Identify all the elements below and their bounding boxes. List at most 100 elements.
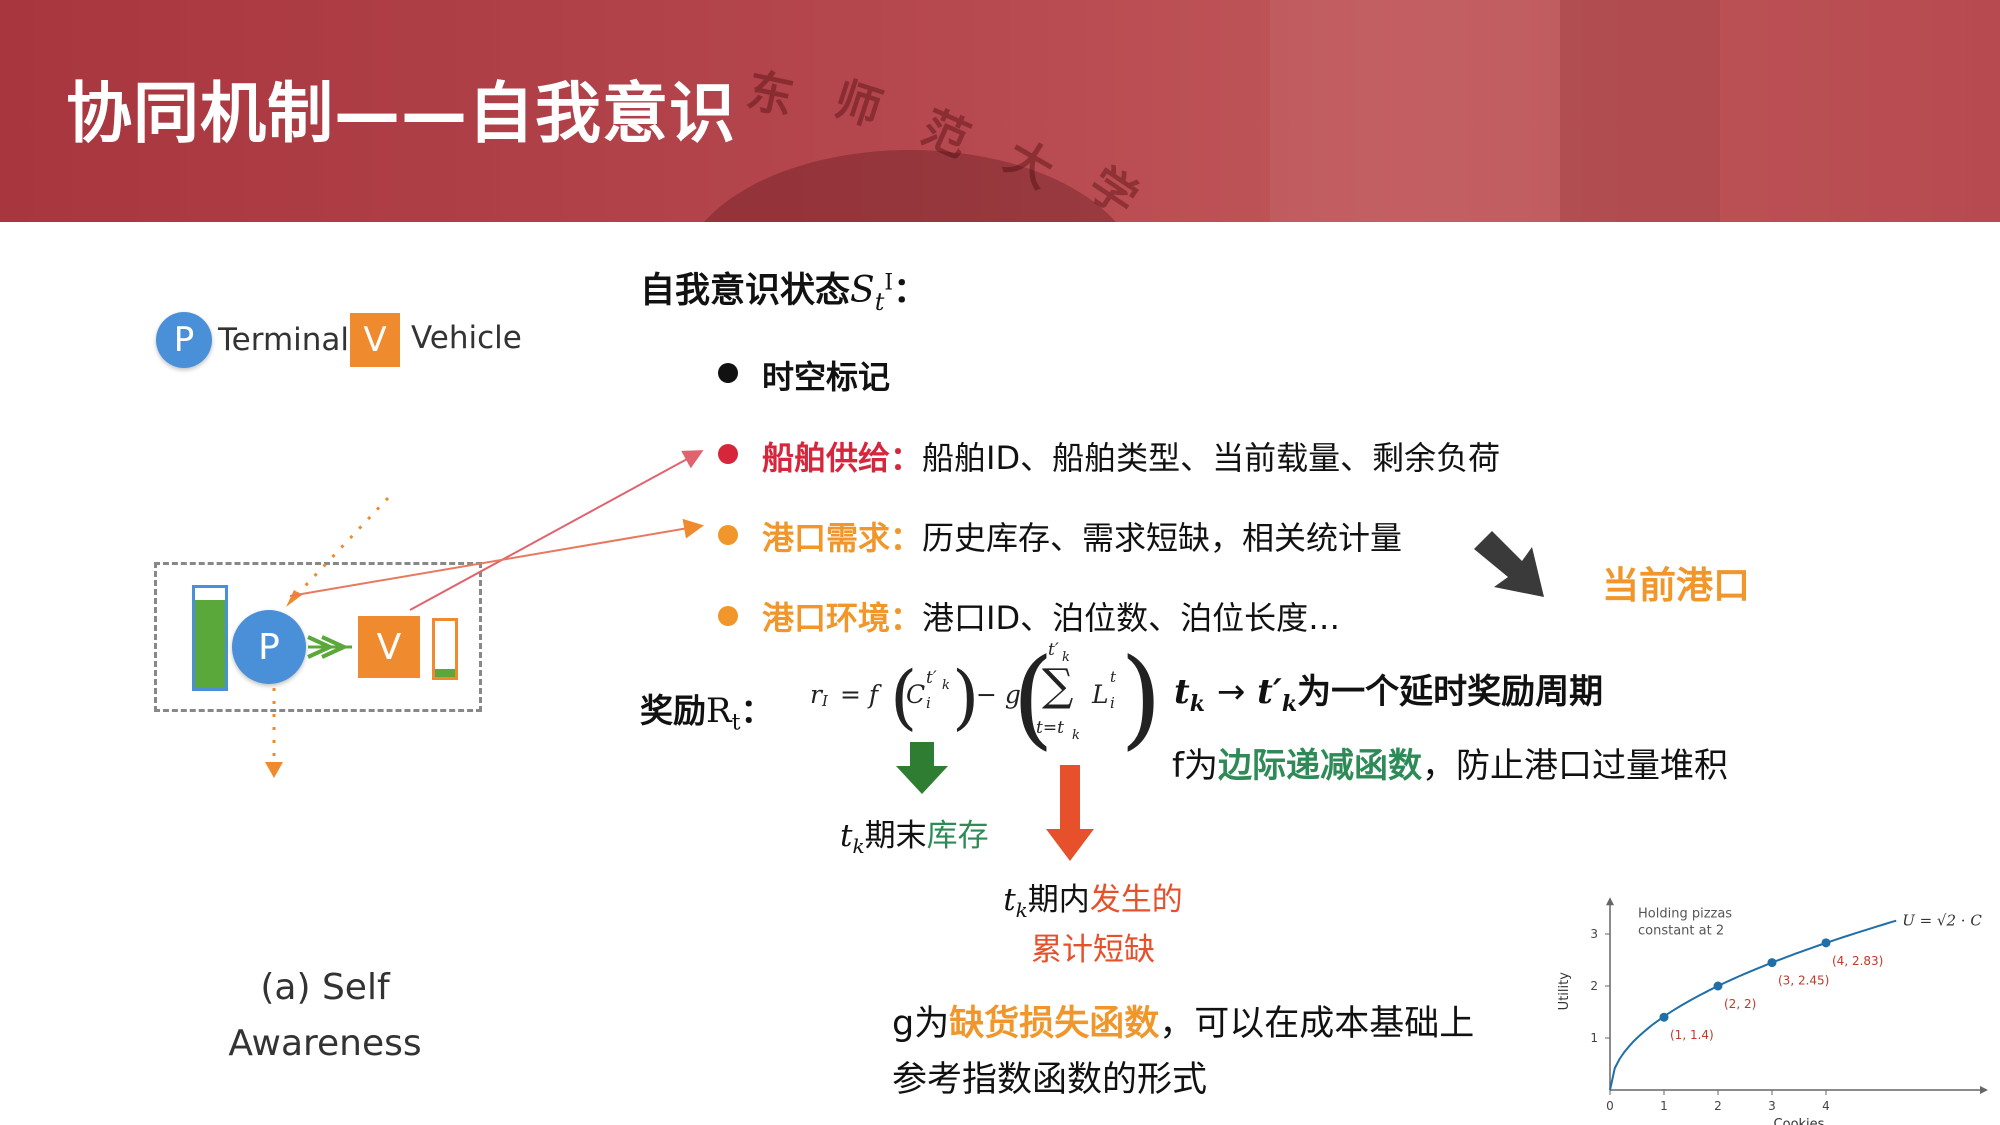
bullet-item-ship-supply: 船舶供给：船舶ID、船舶类型、当前载量、剩余负荷 <box>762 433 1500 479</box>
bullet-detail: 港口ID、泊位数、泊位长度… <box>922 599 1341 637</box>
inventory-label: tk期末库存 <box>840 810 989 858</box>
g-note-line2: 参考指数函数的形式 <box>892 1060 1208 1100</box>
data-point <box>1659 1012 1669 1022</box>
data-point-label: (4, 2.83) <box>1832 954 1883 968</box>
state-symbol: S <box>850 270 875 311</box>
banner-watermark-char: 东 <box>742 62 799 126</box>
bullet-label: 船舶供给： <box>762 439 923 477</box>
formula-c-sup-sub: k <box>942 678 950 693</box>
figure-caption: (a) Self Awareness <box>180 960 470 1072</box>
reward-label: 奖励 <box>640 691 706 730</box>
formula-lhs-sub: I <box>822 692 828 710</box>
formula-l: L <box>1092 680 1109 709</box>
x-axis-label: Cookies <box>1774 1117 1825 1125</box>
terminal-node: P <box>232 610 306 684</box>
f-note: f为边际递减函数，防止港口过量堆积 <box>1172 738 1728 787</box>
y-axis-arrowhead-icon <box>1606 897 1614 906</box>
formula-l-sub: i <box>1110 694 1115 712</box>
formula-c-sup: t′ <box>926 668 937 688</box>
data-point-label: (3, 2.45) <box>1778 974 1829 988</box>
outgoing-arrowhead-icon <box>265 762 283 778</box>
formula-c: C <box>906 680 926 709</box>
banner-building-shape <box>1560 0 1720 222</box>
terminal-legend-label: Terminal <box>218 322 350 358</box>
down-arrow-red-icon <box>1046 765 1094 861</box>
state-colon: ： <box>893 271 929 311</box>
bullet-item-port-demand: 港口需求：历史库存、需求短缺，相关统计量 <box>762 513 1402 559</box>
banner-watermark-char: 学 <box>1079 156 1148 222</box>
y-tick-label: 3 <box>1590 927 1598 941</box>
shortage-label: tk期内发生的 累计短缺 <box>988 880 1198 970</box>
data-point <box>1767 958 1777 968</box>
vehicle-inventory-fill <box>435 669 455 677</box>
reward-symbol: R <box>706 691 732 731</box>
state-superscript: I <box>884 270 894 296</box>
reward-formula: r I = f ( C i t′ k ) − g ( t′ k ∑ t=t k … <box>800 636 1162 761</box>
f-note-prefix: f为 <box>1172 746 1218 786</box>
period-from-sub: k <box>1189 690 1205 717</box>
down-arrow-green-icon <box>896 742 948 794</box>
pointer-arrow-icon <box>1474 531 1544 597</box>
chart-annotation: constant at 2 <box>1638 923 1724 938</box>
shortage-t: t <box>1003 882 1016 918</box>
caption-line2: Awareness <box>228 1023 422 1064</box>
x-tick-label: 4 <box>1822 1099 1830 1113</box>
period-arrow: → <box>1216 672 1246 712</box>
formula-bracket-close: ) <box>1120 636 1163 761</box>
shortage-line1: tk期内发生的 <box>988 880 1198 930</box>
vehicle-legend-label: Vehicle <box>411 320 522 356</box>
formula-eq: = f <box>840 680 879 709</box>
equation-label: U = √2 · C <box>1902 912 1982 930</box>
bullet-dot <box>718 525 738 545</box>
current-port-label: 当前港口 <box>1602 564 1750 607</box>
shortage-plain: 期内 <box>1027 882 1090 918</box>
banner-watermark-char: 师 <box>827 71 889 137</box>
g-note-suffix: ，可以在成本基础上 <box>1159 1004 1475 1044</box>
inventory-plain: 期末 <box>864 818 927 854</box>
vehicle-inventory-bar <box>432 618 458 680</box>
reward-colon: ： <box>740 691 774 730</box>
caption-line1: (a) Self <box>260 967 390 1008</box>
bullet-detail: 船舶ID、船舶类型、当前载量、剩余负荷 <box>922 439 1501 477</box>
inventory-t-sub: k <box>852 834 865 859</box>
bullet-detail: 历史库存、需求短缺，相关统计量 <box>922 519 1403 557</box>
shortage-highlight1: 发生的 <box>1089 882 1183 918</box>
f-note-suffix: ，防止港口过量堆积 <box>1421 746 1728 786</box>
state-heading: 自我意识状态StI： <box>640 262 928 316</box>
utility-chart: 0 1 2 3 4 1 2 3 Cookies Utility Holding pizzas cons… <box>1557 897 1988 1125</box>
state-title: 自我意识状态 <box>640 271 851 311</box>
bullet-label: 港口需求： <box>762 519 923 557</box>
formula-c-sub: i <box>926 694 931 712</box>
x-tick-label: 0 <box>1606 1099 1614 1113</box>
y-axis-label: Utility <box>1557 972 1572 1011</box>
bullet-dot <box>718 363 738 383</box>
inventory-highlight: 库存 <box>926 818 989 854</box>
shortage-t-sub: k <box>1015 898 1028 923</box>
g-note: g为缺货损失函数，可以在成本基础上 参考指数函数的形式 <box>892 996 1474 1108</box>
formula-sum-bottom: t=t <box>1036 718 1064 738</box>
period-from: t <box>1174 672 1190 712</box>
inventory-t: t <box>840 818 853 854</box>
y-tick-label: 1 <box>1590 1031 1598 1045</box>
g-note-highlight: 缺货损失函数 <box>949 1004 1160 1044</box>
terminal-legend-glyph: P <box>173 320 195 360</box>
formula-sum-bottom-sub: k <box>1072 728 1080 743</box>
vehicle-node: V <box>358 616 420 678</box>
bullet-label: 港口环境： <box>762 599 923 637</box>
terminal-inventory-fill <box>195 600 225 688</box>
terminal-node-glyph: P <box>258 626 280 668</box>
y-tick-label: 2 <box>1590 979 1598 993</box>
x-tick-label: 3 <box>1768 1099 1776 1113</box>
shortage-line2: 累计短缺 <box>1031 932 1155 969</box>
g-note-line1: g为缺货损失函数，可以在成本基础上 <box>892 996 1474 1052</box>
data-point <box>1713 981 1723 991</box>
x-axis-arrowhead-icon <box>1980 1086 1988 1094</box>
formula-lhs: r <box>810 680 822 709</box>
period-to-sub: k <box>1281 690 1298 717</box>
formula-sum-top: t′ <box>1048 640 1059 660</box>
x-tick-label: 2 <box>1714 1099 1722 1113</box>
f-note-highlight: 边际递减函数 <box>1217 746 1422 786</box>
data-point-label: (1, 1.4) <box>1670 1028 1714 1042</box>
period-text: 为一个延时奖励周期 <box>1297 672 1604 712</box>
period-note: tk → t′k为一个延时奖励周期 <box>1174 664 1603 717</box>
